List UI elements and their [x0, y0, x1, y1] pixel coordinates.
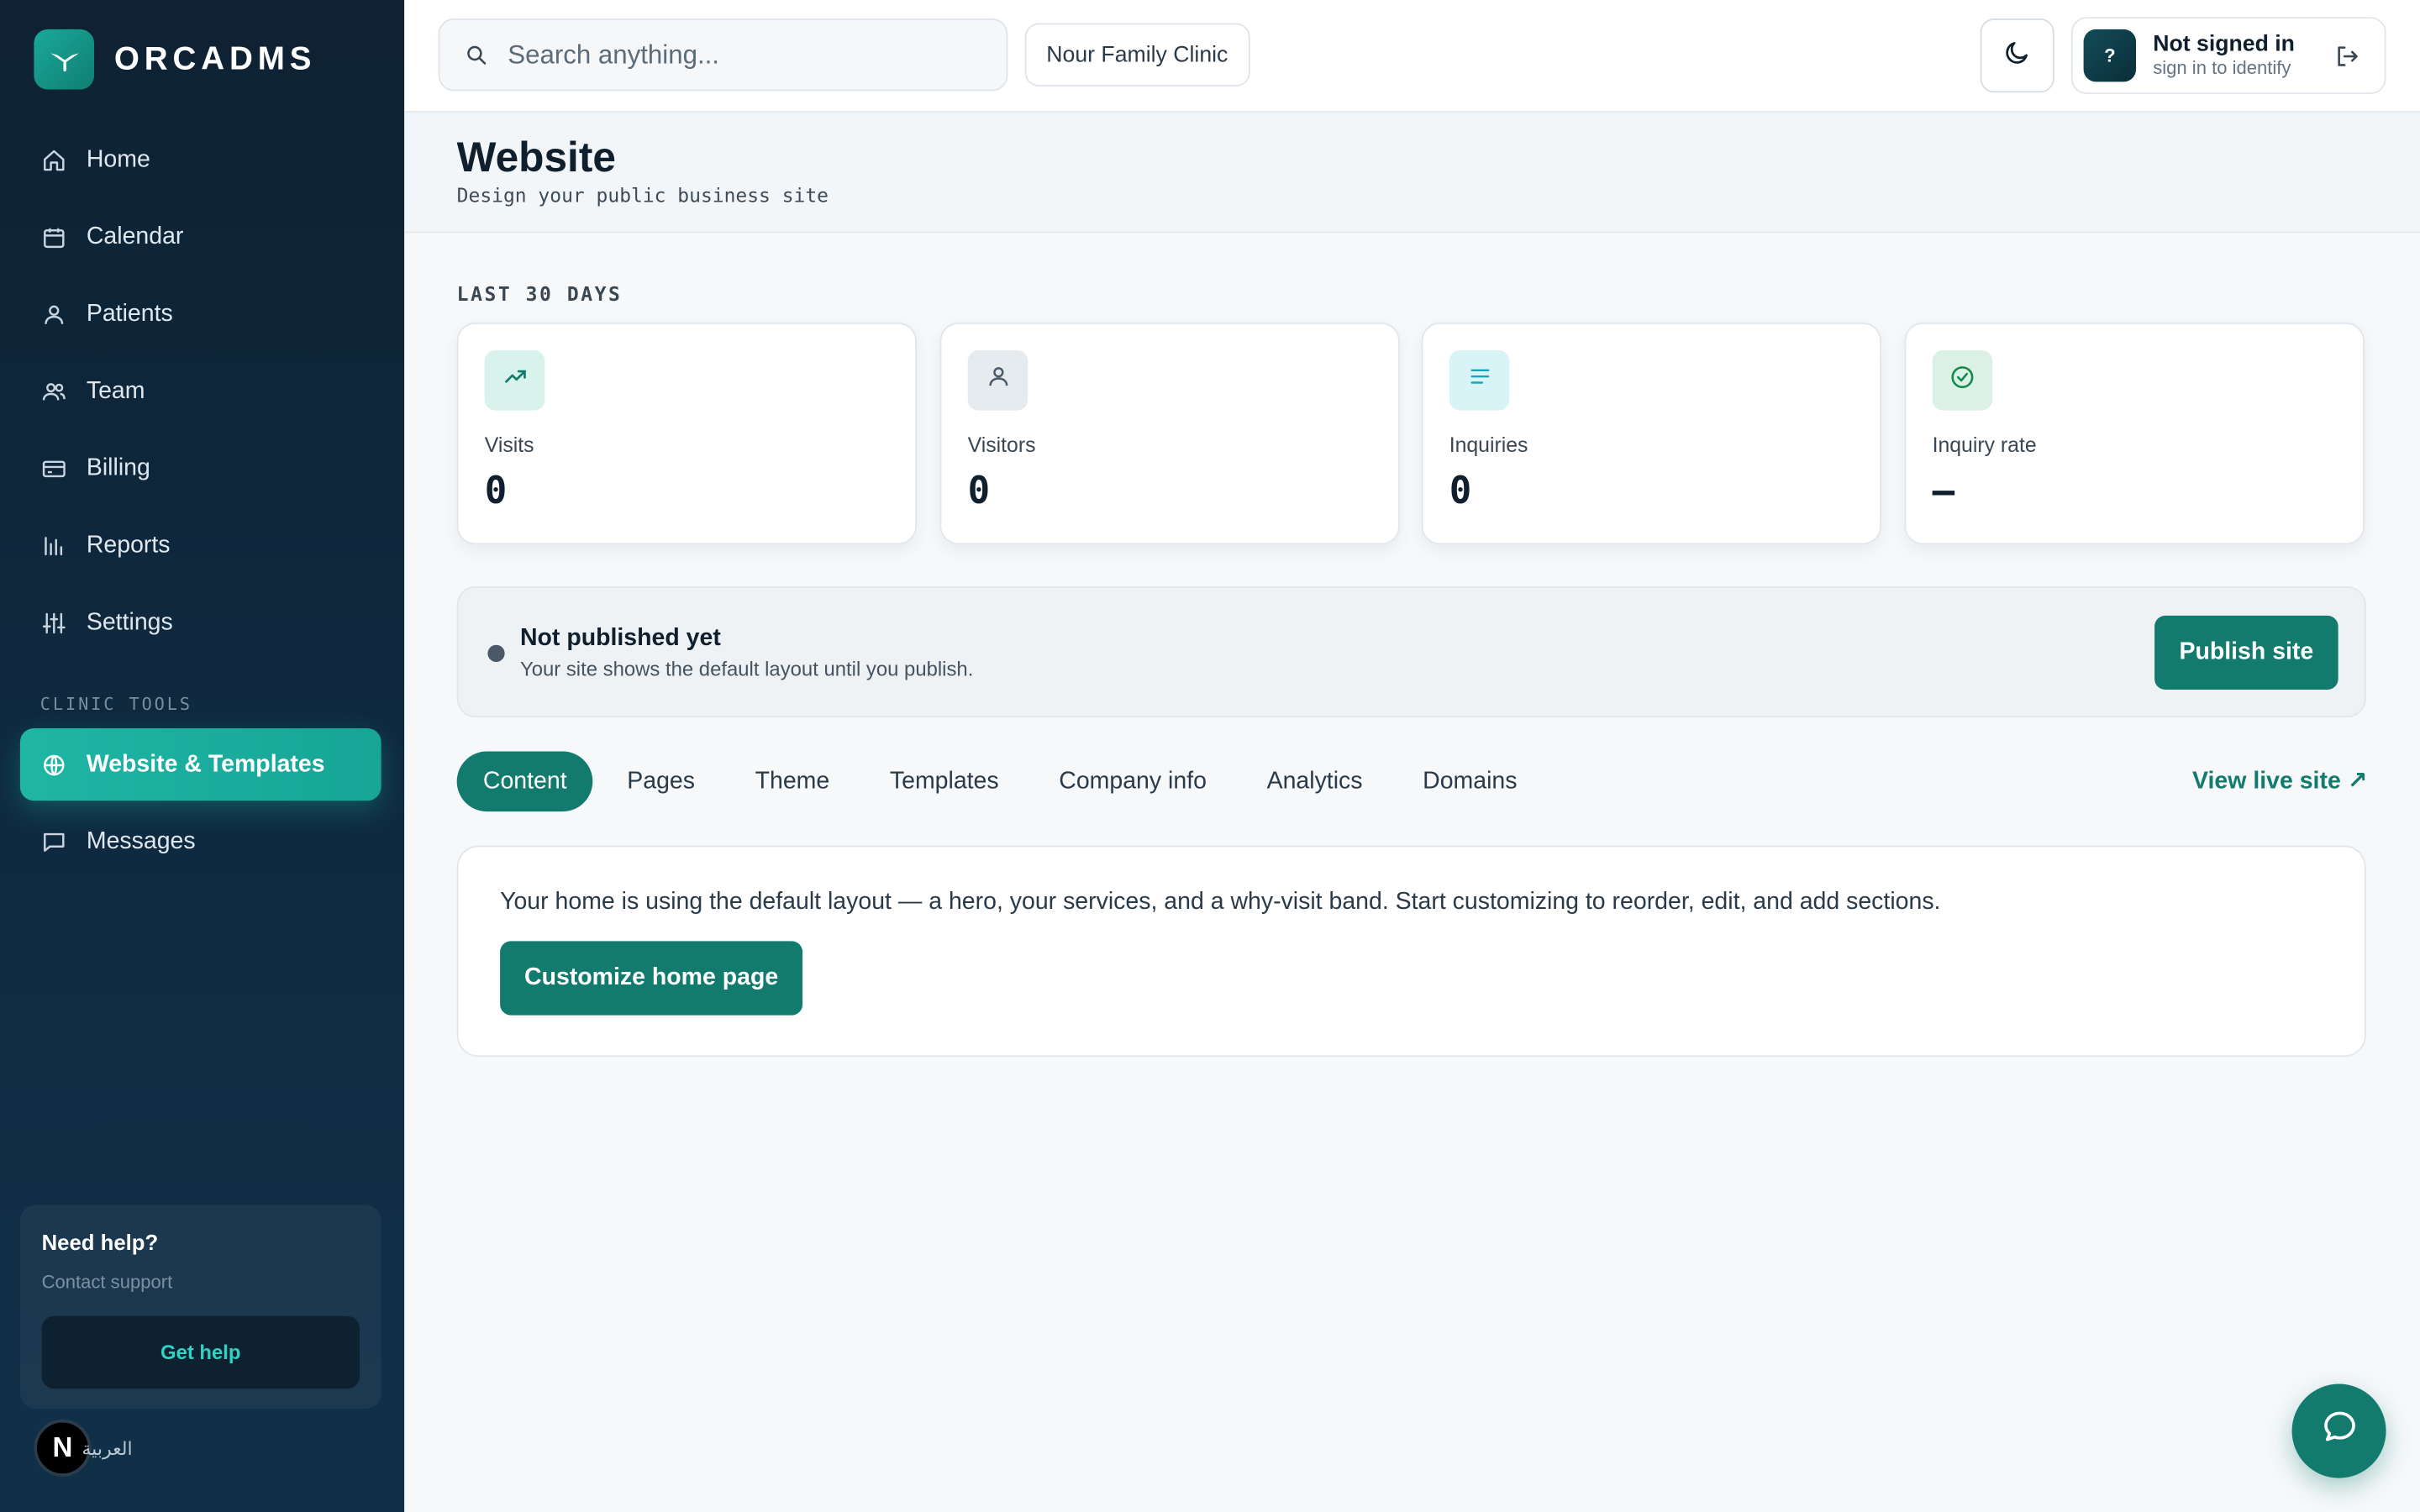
view-live-site-link[interactable]: View live site ↗	[2192, 767, 2367, 796]
user-subtitle: sign in to identify	[2153, 56, 2291, 79]
help-subtitle: Contact support	[41, 1271, 173, 1294]
sidebar-item-label: Team	[86, 377, 145, 405]
stat-card-visitors: Visitors 0	[939, 322, 1400, 545]
moon-icon	[2003, 38, 2031, 73]
sidebar-item-patients[interactable]: Patients	[20, 278, 381, 352]
message-icon	[42, 830, 66, 854]
home-icon	[42, 148, 66, 172]
users-icon	[42, 380, 66, 404]
credit-card-icon	[42, 457, 66, 481]
sliders-icon	[42, 611, 66, 635]
sidebar: ORCADMS Home Calendar Patients Team Bill…	[0, 0, 405, 1512]
search-icon	[465, 43, 489, 67]
bar-chart-icon	[42, 534, 66, 559]
list-icon	[1467, 364, 1491, 396]
sidebar-nav: Home Calendar Patients Team Billing Repo…	[20, 123, 381, 664]
publish-status-banner: Not published yet Your site shows the de…	[456, 585, 2366, 718]
publish-site-button[interactable]: Publish site	[2154, 615, 2338, 690]
tab-domains[interactable]: Domains	[1397, 751, 1544, 811]
globe-icon	[42, 752, 66, 776]
help-card: Need help? Contact support Get help	[19, 1205, 381, 1409]
get-help-button[interactable]: Get help	[41, 1315, 360, 1389]
stat-value: —	[1932, 469, 1955, 512]
sidebar-item-team[interactable]: Team	[20, 354, 381, 428]
chat-bubble-icon	[2321, 1409, 2358, 1453]
stat-badge	[1449, 349, 1510, 411]
theme-toggle-button[interactable]	[1980, 18, 2054, 93]
sidebar-item-label: Patients	[86, 301, 173, 328]
stat-card-inquiry-rate: Inquiry rate —	[1904, 322, 2365, 545]
page-title: Website	[456, 134, 616, 181]
website-tabs: Content Pages Theme Templates Company in…	[456, 751, 1551, 812]
sidebar-item-label: Settings	[86, 609, 173, 636]
user-icon	[986, 364, 1010, 396]
sign-in-icon[interactable]	[2333, 43, 2360, 69]
calendar-icon	[42, 225, 66, 249]
sidebar-item-label: Reports	[86, 532, 171, 559]
sidebar-item-billing[interactable]: Billing	[20, 432, 381, 506]
publish-status-subtitle: Your site shows the default layout until…	[519, 657, 974, 680]
sidebar-section-label: CLINIC TOOLS	[39, 694, 192, 715]
content-description: Your home is using the default layout — …	[500, 888, 1941, 916]
stat-label: Visits	[484, 433, 534, 457]
stat-label: Visitors	[967, 433, 1036, 457]
sidebar-item-label: Messages	[86, 828, 196, 855]
sidebar-item-messages[interactable]: Messages	[20, 806, 381, 879]
page-header: Website Design your public business site	[404, 113, 2420, 234]
user-icon	[42, 302, 66, 327]
sidebar-item-reports[interactable]: Reports	[20, 509, 381, 583]
customize-home-page-button[interactable]: Customize home page	[500, 941, 803, 1016]
tab-company-info[interactable]: Company info	[1033, 751, 1233, 811]
stat-card-inquiries: Inquiries 0	[1421, 322, 1881, 545]
stat-label: Inquiries	[1449, 433, 1528, 457]
sidebar-item-label: Calendar	[86, 223, 184, 250]
sidebar-item-settings[interactable]: Settings	[20, 586, 381, 660]
page-subtitle: Design your public business site	[456, 183, 829, 207]
tab-templates[interactable]: Templates	[864, 751, 1025, 811]
language-label: العربية	[82, 1436, 133, 1459]
tab-pages[interactable]: Pages	[601, 751, 721, 811]
sidebar-item-label: Website & Templates	[86, 750, 325, 777]
tab-theme[interactable]: Theme	[729, 751, 855, 811]
tab-content[interactable]: Content	[456, 751, 593, 812]
language-switcher[interactable]: N العربية	[34, 1419, 133, 1477]
search-box[interactable]	[438, 18, 1008, 92]
stat-badge	[484, 349, 545, 411]
sidebar-item-home[interactable]: Home	[20, 123, 381, 197]
stat-value: 0	[484, 469, 508, 512]
stat-value: 0	[967, 469, 991, 512]
trending-up-icon	[502, 364, 527, 396]
sidebar-item-website-templates[interactable]: Website & Templates	[19, 727, 381, 801]
user-menu[interactable]: ? Not signed in sign in to identify	[2070, 17, 2386, 95]
user-name: Not signed in	[2153, 32, 2295, 57]
status-dot	[487, 644, 505, 662]
stat-badge	[1932, 349, 1993, 411]
chat-button[interactable]	[2291, 1383, 2386, 1478]
brand-name: ORCADMS	[113, 40, 317, 76]
topbar: Nour Family Clinic ? Not signed in sign …	[404, 0, 2420, 113]
stat-value: 0	[1449, 469, 1472, 512]
main-content: LAST 30 DAYS Visits 0 Visitors 0 Inquiri…	[404, 233, 2420, 1512]
avatar: ?	[2083, 29, 2137, 82]
sidebar-item-label: Home	[86, 146, 150, 173]
stat-card-visits: Visits 0	[456, 322, 918, 545]
stat-badge	[967, 349, 1028, 411]
tab-analytics[interactable]: Analytics	[1240, 751, 1388, 811]
content-card: Your home is using the default layout — …	[456, 845, 2366, 1058]
clinic-selector[interactable]: Nour Family Clinic	[1024, 23, 1250, 87]
sidebar-item-calendar[interactable]: Calendar	[20, 201, 381, 275]
check-circle-icon	[1949, 364, 1975, 397]
publish-status-title: Not published yet	[519, 624, 721, 652]
sidebar-item-label: Billing	[86, 454, 150, 482]
stats-section-label: LAST 30 DAYS	[456, 282, 623, 306]
help-title: Need help?	[41, 1229, 159, 1255]
brand[interactable]: ORCADMS	[34, 29, 316, 90]
stat-label: Inquiry rate	[1932, 433, 2037, 457]
orca-logo-icon	[34, 29, 95, 90]
search-input[interactable]	[508, 39, 971, 71]
